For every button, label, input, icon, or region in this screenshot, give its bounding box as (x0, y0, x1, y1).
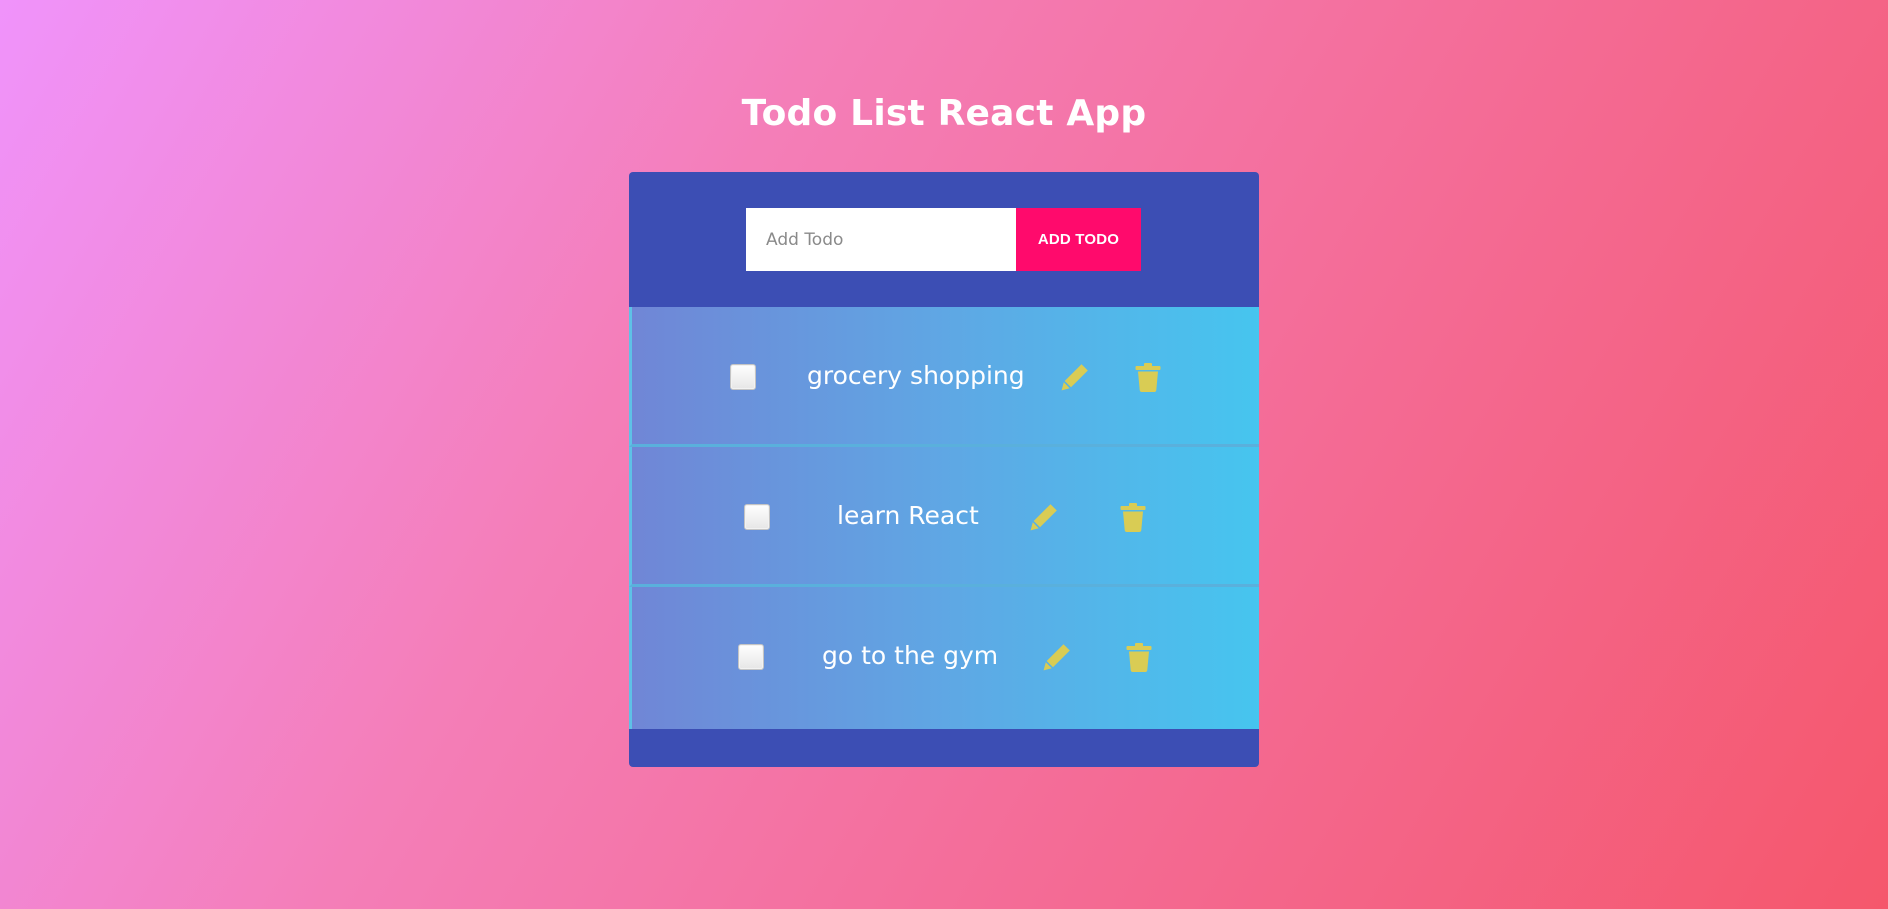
todo-checkbox[interactable] (730, 364, 756, 390)
trash-icon[interactable] (1123, 641, 1155, 673)
trash-icon[interactable] (1132, 361, 1164, 393)
add-todo-input[interactable] (746, 208, 1016, 271)
todo-text: learn React (837, 501, 979, 530)
pencil-icon[interactable] (1041, 641, 1073, 673)
todo-checkbox[interactable] (738, 644, 764, 670)
add-todo-form: ADD TODO (746, 208, 1141, 271)
add-todo-button[interactable]: ADD TODO (1016, 208, 1141, 271)
page-title: Todo List React App (741, 93, 1147, 134)
todo-item: go to the gym (629, 587, 1259, 729)
todo-list: grocery shopping learn React go to the g… (629, 307, 1259, 731)
trash-icon[interactable] (1117, 501, 1149, 533)
todo-text: grocery shopping (807, 361, 1025, 390)
todo-item: grocery shopping (629, 307, 1259, 447)
todo-checkbox[interactable] (744, 504, 770, 530)
todo-card: ADD TODO grocery shopping learn React (629, 172, 1259, 767)
pencil-icon[interactable] (1059, 361, 1091, 393)
pencil-icon[interactable] (1028, 501, 1060, 533)
todo-text: go to the gym (822, 641, 999, 670)
todo-item: learn React (629, 447, 1259, 587)
